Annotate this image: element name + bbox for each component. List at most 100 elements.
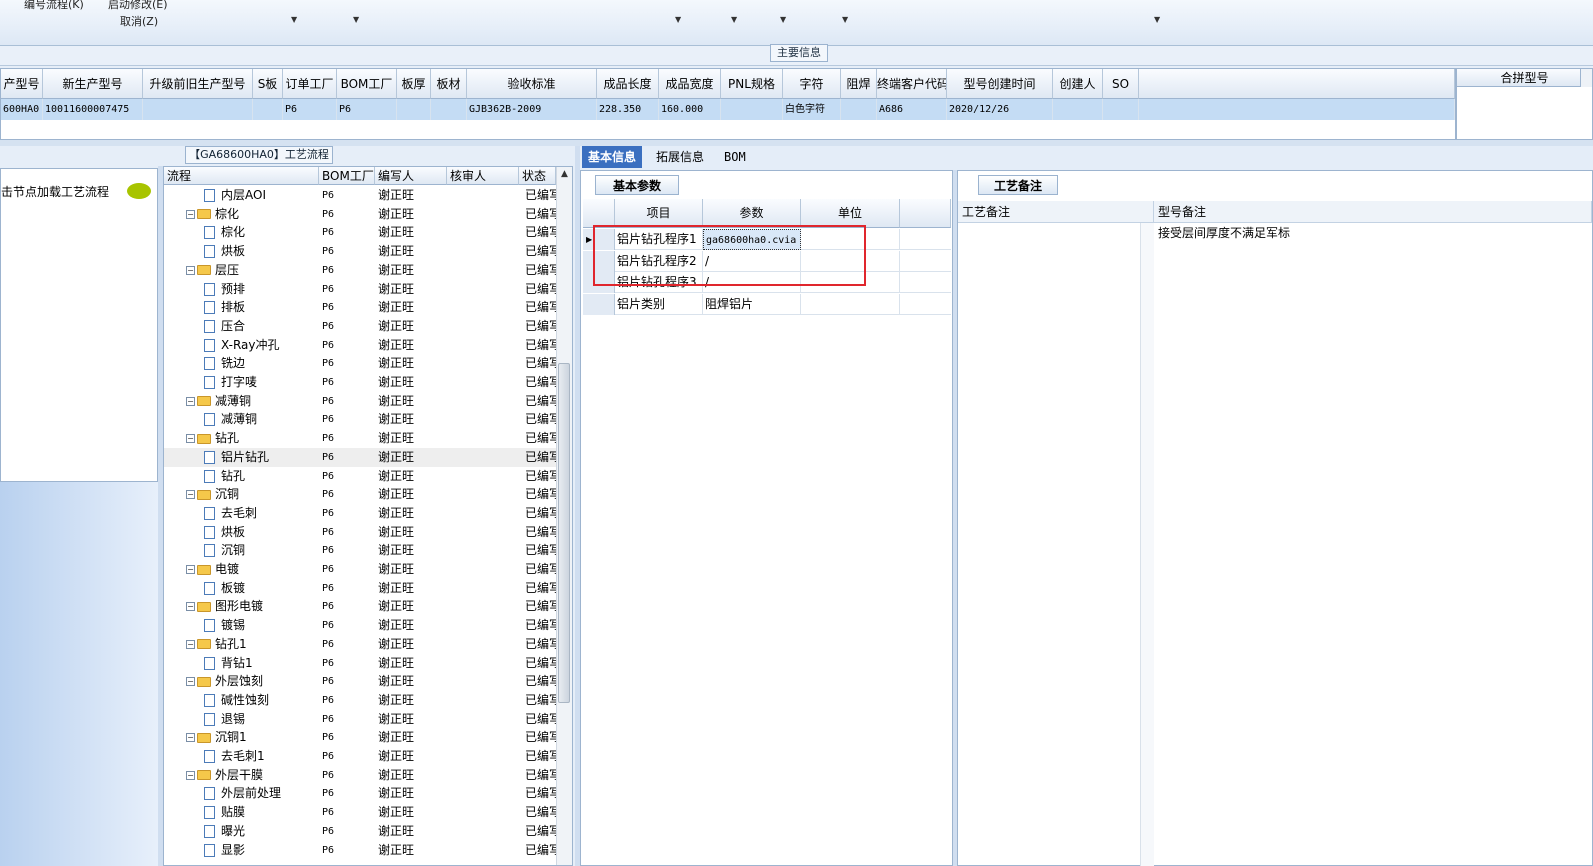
tree-node[interactable]: 曝光	[204, 822, 334, 841]
tree-row[interactable]: 去毛刺 P6 谢正旺 已编写	[164, 504, 556, 523]
tree-node[interactable]: − 钻孔1	[186, 635, 316, 654]
tree-col-reviewer[interactable]: 核审人	[447, 167, 519, 185]
subtab-basic-params[interactable]: 基本参数	[595, 175, 679, 195]
grid-column-header[interactable]: PNL规格	[721, 69, 783, 99]
tree-node[interactable]: 背钻1	[204, 654, 334, 673]
tree-node[interactable]: − 外层干膜	[186, 766, 316, 785]
param-unit-cell[interactable]	[801, 293, 900, 315]
tree-node[interactable]: 沉铜	[204, 541, 334, 560]
collapse-icon[interactable]: −	[186, 602, 195, 612]
tree-node[interactable]: 碱性蚀刻	[204, 691, 334, 710]
grid-column-header[interactable]: 阻焊	[841, 69, 877, 99]
grid-column-header[interactable]: 创建人	[1053, 69, 1103, 99]
toolbar-item-cancel[interactable]: 取消(Z)	[120, 13, 158, 29]
tree-node[interactable]: 烘板	[204, 523, 334, 542]
grid-cell[interactable]: P6	[337, 99, 397, 120]
grid-cell[interactable]: 160.000	[659, 99, 721, 120]
tree-row[interactable]: − 层压 P6 谢正旺 已编写	[164, 261, 556, 280]
chevron-down-icon[interactable]: ▼	[291, 15, 297, 24]
chevron-down-icon[interactable]: ▼	[731, 15, 737, 24]
subtab-process-remarks[interactable]: 工艺备注	[978, 175, 1058, 195]
tab-basic-info[interactable]: 基本信息	[582, 146, 643, 168]
process-tree[interactable]: 流程 BOM工厂 编写人 核审人 状态 内层AOIP6谢正旺已编写−棕化P6谢正…	[163, 166, 573, 866]
tree-node[interactable]: − 图形电镀	[186, 597, 316, 616]
grid-cell[interactable]: 2020/12/26	[947, 99, 1053, 120]
tree-row[interactable]: 减薄铜 P6 谢正旺 已编写	[164, 410, 556, 429]
tree-row[interactable]: 退锡 P6 谢正旺 已编写	[164, 710, 556, 729]
tree-node[interactable]: − 沉铜1	[186, 728, 316, 747]
collapse-icon[interactable]: −	[186, 434, 195, 444]
tree-node[interactable]: 去毛刺1	[204, 747, 334, 766]
process-remark-textarea[interactable]	[958, 223, 1154, 866]
collapse-icon[interactable]: −	[186, 565, 195, 574]
tree-row[interactable]: − 沉铜 P6 谢正旺 已编写	[164, 485, 556, 504]
tree-node[interactable]: − 棕化	[186, 205, 316, 224]
tree-row[interactable]: 显影 P6 谢正旺 已编写	[164, 841, 556, 860]
tree-row[interactable]: 背钻1 P6 谢正旺 已编写	[164, 654, 556, 673]
grid-cell[interactable]	[1103, 99, 1139, 120]
collapse-icon[interactable]: −	[186, 639, 195, 649]
tree-row[interactable]: 烘板 P6 谢正旺 已编写	[164, 242, 556, 261]
grid-cell[interactable]	[253, 99, 283, 120]
tree-node[interactable]: 打字唛	[204, 373, 334, 392]
tree-node[interactable]: 减薄铜	[204, 410, 334, 429]
grid-column-header[interactable]: S板	[253, 69, 283, 99]
tree-row[interactable]: 内层AOI P6 谢正旺 已编写	[164, 186, 556, 205]
tree-node[interactable]: X-Ray冲孔	[204, 336, 334, 355]
tree-node[interactable]: 压合	[204, 317, 334, 336]
tree-node[interactable]: 镀锡	[204, 616, 334, 635]
tree-col-process[interactable]: 流程	[164, 167, 319, 185]
tree-node[interactable]: 预排	[204, 280, 334, 299]
tree-row[interactable]: − 沉铜1 P6 谢正旺 已编写	[164, 728, 556, 747]
grid-column-header[interactable]: 终端客户代码	[877, 69, 947, 99]
tree-node[interactable]: 贴膜	[204, 803, 334, 822]
tree-node[interactable]: − 外层蚀刻	[186, 672, 316, 691]
tree-node[interactable]: 钻孔	[204, 467, 334, 486]
toolbar-item-edit-flow[interactable]: 编号流程(K)	[24, 0, 84, 12]
grid-column-header[interactable]: 升级前旧生产型号	[143, 69, 253, 99]
tree-row[interactable]: 压合 P6 谢正旺 已编写	[164, 317, 556, 336]
tree-row[interactable]: 镀锡 P6 谢正旺 已编写	[164, 616, 556, 635]
main-info-grid[interactable]: 产型号 新生产型号 升级前旧生产型号 S板 订单工厂 BOM工厂 板厚 板材 验收标准 成品长度成…	[0, 68, 1456, 140]
tree-node[interactable]: − 沉铜	[186, 485, 316, 504]
grid-column-header[interactable]: 成品长度	[597, 69, 659, 99]
tree-col-bom[interactable]: BOM工厂	[319, 167, 375, 185]
grid-cell[interactable]: GJB362B-2009	[467, 99, 597, 120]
tree-node[interactable]: 显影	[204, 841, 334, 860]
tree-row[interactable]: 沉铜 P6 谢正旺 已编写	[164, 541, 556, 560]
tree-row[interactable]: − 减薄铜 P6 谢正旺 已编写	[164, 392, 556, 411]
tree-row[interactable]: − 电镀 P6 谢正旺 已编写	[164, 560, 556, 579]
tree-row[interactable]: − 钻孔1 P6 谢正旺 已编写	[164, 635, 556, 654]
grid-cell[interactable]: 白色字符	[783, 99, 841, 120]
toolbar-item-start-edit[interactable]: 启动修改(E)	[108, 0, 168, 12]
grid-cell[interactable]	[1053, 99, 1103, 120]
grid-cell[interactable]	[431, 99, 467, 120]
tree-node[interactable]: 退锡	[204, 710, 334, 729]
collapse-icon[interactable]: −	[186, 209, 195, 219]
tree-row[interactable]: − 图形电镀 P6 谢正旺 已编写	[164, 597, 556, 616]
tree-row[interactable]: 曝光 P6 谢正旺 已编写	[164, 822, 556, 841]
tree-node[interactable]: 板镀	[204, 579, 334, 598]
tab-bom[interactable]: BOM	[718, 146, 752, 168]
chevron-down-icon[interactable]: ▼	[675, 15, 681, 24]
collapse-icon[interactable]: −	[186, 677, 195, 687]
tree-row[interactable]: 打字唛 P6 谢正旺 已编写	[164, 373, 556, 392]
tree-col-writer[interactable]: 编写人	[375, 167, 447, 185]
model-remark-text[interactable]: 接受层间厚度不满足军标	[1158, 224, 1290, 241]
tree-node[interactable]: 烘板	[204, 242, 334, 261]
chevron-down-icon[interactable]: ▼	[353, 15, 359, 24]
scroll-thumb[interactable]	[558, 363, 570, 703]
grid-cell[interactable]: 228.350	[597, 99, 659, 120]
scroll-up-icon[interactable]: ▲	[556, 169, 572, 183]
tree-node[interactable]: 外层前处理	[204, 784, 334, 803]
tree-row[interactable]: 板镀 P6 谢正旺 已编写	[164, 579, 556, 598]
collapse-icon[interactable]: −	[186, 490, 195, 500]
table-row[interactable]: 铝片类别 阻焊铝片	[583, 293, 951, 315]
chevron-down-icon[interactable]: ▼	[780, 15, 786, 24]
param-item-cell[interactable]: 铝片类别	[615, 293, 703, 315]
tree-row[interactable]: 钻孔 P6 谢正旺 已编写	[164, 467, 556, 486]
param-col-item[interactable]: 项目	[615, 199, 703, 228]
scrollbar[interactable]	[1580, 69, 1592, 87]
grid-column-header[interactable]: SO	[1103, 69, 1139, 99]
grid-cell[interactable]: 600HA0	[1, 99, 43, 120]
